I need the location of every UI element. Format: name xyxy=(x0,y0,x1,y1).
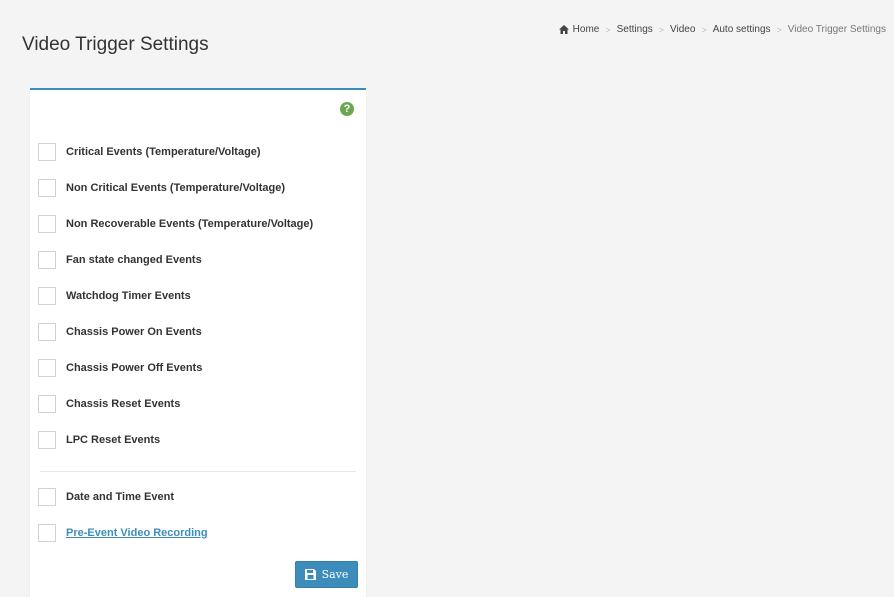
checkbox-watchdog-events[interactable] xyxy=(38,287,56,305)
trigger-label: Chassis Reset Events xyxy=(66,398,181,410)
checkbox-lpc-reset-events[interactable] xyxy=(38,431,56,449)
trigger-option[interactable]: LPC Reset Events xyxy=(38,430,160,450)
help-icon[interactable]: ? xyxy=(340,102,354,116)
trigger-label: LPC Reset Events xyxy=(66,434,161,446)
trigger-option[interactable]: Non Recoverable Events (Temperature/Volt… xyxy=(38,214,313,234)
trigger-label: Chassis Power Off Events xyxy=(66,362,203,374)
breadcrumb-video[interactable]: Video xyxy=(670,24,695,35)
trigger-option[interactable]: Chassis Power Off Events xyxy=(38,358,202,378)
trigger-label: Critical Events (Temperature/Voltage) xyxy=(66,146,261,158)
trigger-option[interactable]: Chassis Power On Events xyxy=(38,322,202,342)
trigger-option[interactable]: Non Critical Events (Temperature/Voltage… xyxy=(38,178,285,198)
trigger-option[interactable]: Chassis Reset Events xyxy=(38,394,180,414)
breadcrumb-separator: > xyxy=(776,24,782,35)
checkbox-date-time-event[interactable] xyxy=(38,488,56,506)
breadcrumb-auto-settings[interactable]: Auto settings xyxy=(713,24,771,35)
settings-panel: ? Critical Events (Temperature/Voltage) … xyxy=(30,88,366,597)
trigger-label: Fan state changed Events xyxy=(66,254,202,266)
breadcrumb-separator: > xyxy=(658,24,665,35)
save-button-label: Save xyxy=(321,568,349,581)
extra-option[interactable]: Date and Time Event xyxy=(38,487,174,507)
checkbox-non-recoverable-events[interactable] xyxy=(38,215,56,233)
checkbox-fan-state-events[interactable] xyxy=(38,251,56,269)
checkbox-critical-events[interactable] xyxy=(38,143,56,161)
checkbox-non-critical-events[interactable] xyxy=(38,179,56,197)
trigger-label: Watchdog Timer Events xyxy=(66,290,191,302)
breadcrumb-settings[interactable]: Settings xyxy=(617,24,653,35)
floppy-disk-icon xyxy=(304,569,316,580)
breadcrumb-home[interactable]: Home xyxy=(573,24,600,35)
extra-option[interactable]: Pre-Event Video Recording xyxy=(38,523,208,543)
option-label: Date and Time Event xyxy=(66,491,174,503)
checkbox-chassis-power-off-events[interactable] xyxy=(38,359,56,377)
home-icon xyxy=(558,25,569,34)
save-button[interactable]: Save xyxy=(295,561,358,588)
pre-event-recording-link[interactable]: Pre-Event Video Recording xyxy=(66,527,208,539)
breadcrumb-separator: > xyxy=(605,24,611,35)
trigger-option[interactable]: Fan state changed Events xyxy=(38,250,202,270)
section-divider xyxy=(40,471,356,472)
trigger-option[interactable]: Critical Events (Temperature/Voltage) xyxy=(38,142,261,162)
trigger-label: Non Critical Events (Temperature/Voltage… xyxy=(66,182,286,194)
trigger-label: Non Recoverable Events (Temperature/Volt… xyxy=(66,218,314,230)
breadcrumb-current: Video Trigger Settings xyxy=(787,24,886,35)
breadcrumb: Home > Settings > Video > Auto settings … xyxy=(558,24,886,35)
trigger-label: Chassis Power On Events xyxy=(66,326,202,338)
trigger-option[interactable]: Watchdog Timer Events xyxy=(38,286,191,306)
checkbox-chassis-power-on-events[interactable] xyxy=(38,323,56,341)
checkbox-chassis-reset-events[interactable] xyxy=(38,395,56,413)
page-title: Video Trigger Settings xyxy=(22,34,209,55)
checkbox-pre-event-recording[interactable] xyxy=(38,524,56,542)
breadcrumb-separator: > xyxy=(701,24,707,35)
